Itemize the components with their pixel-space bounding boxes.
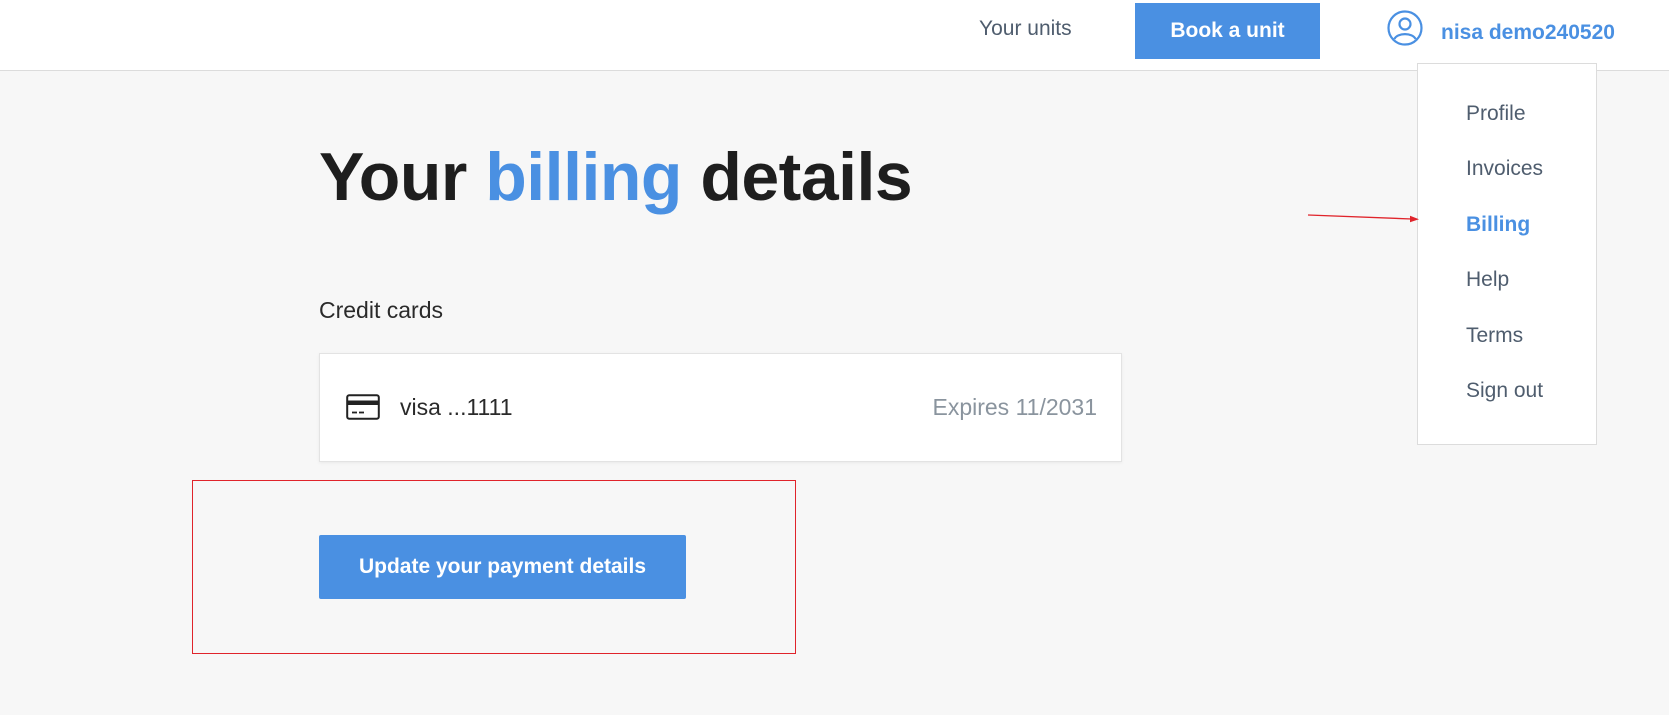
page-title-suffix: details xyxy=(681,139,913,215)
credit-card-row: visa ...1111 Expires 11/2031 xyxy=(319,353,1122,462)
card-expiry: Expires 11/2031 xyxy=(932,394,1097,420)
annotation-arrow-icon xyxy=(1307,214,1419,223)
update-payment-details-button[interactable]: Update your payment details xyxy=(319,535,686,599)
page-title-accent: billing xyxy=(485,139,682,215)
menu-item-profile[interactable]: Profile xyxy=(1466,102,1526,126)
page-title: Your billing details xyxy=(319,138,913,216)
top-navigation-bar: Your units Book a unit nisa demo240520 xyxy=(0,0,1669,71)
card-number: visa ...1111 xyxy=(400,394,513,420)
page-title-prefix: Your xyxy=(319,139,486,215)
user-menu-name[interactable]: nisa demo240520 xyxy=(1441,21,1615,45)
user-circle-icon[interactable] xyxy=(1387,10,1423,46)
book-unit-button[interactable]: Book a unit xyxy=(1135,3,1320,59)
menu-item-invoices[interactable]: Invoices xyxy=(1466,157,1543,181)
credit-cards-label: Credit cards xyxy=(319,297,443,323)
nav-your-units-link[interactable]: Your units xyxy=(979,17,1072,41)
menu-item-help[interactable]: Help xyxy=(1466,268,1509,292)
menu-item-billing[interactable]: Billing xyxy=(1466,213,1530,237)
credit-card-icon xyxy=(346,394,380,420)
user-dropdown-menu: Profile Invoices Billing Help Terms Sign… xyxy=(1417,63,1597,445)
menu-item-terms[interactable]: Terms xyxy=(1466,324,1523,348)
menu-item-sign-out[interactable]: Sign out xyxy=(1466,379,1543,403)
